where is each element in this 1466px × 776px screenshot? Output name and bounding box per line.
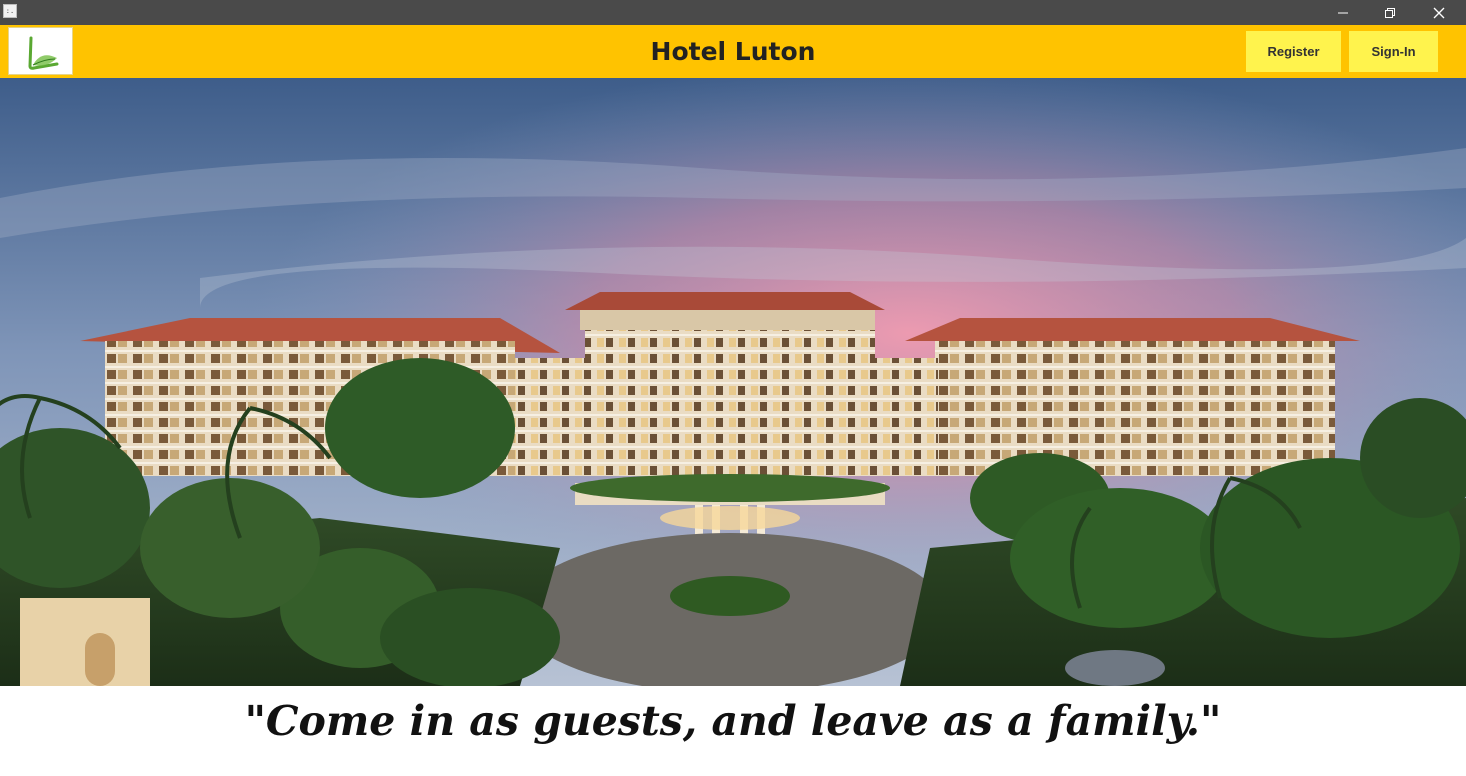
close-button[interactable]: [1416, 0, 1462, 25]
app-header: Hotel Luton Register Sign-In: [0, 25, 1466, 78]
register-button[interactable]: Register: [1246, 31, 1341, 72]
hotel-building-photo: [0, 78, 1466, 686]
hotel-logo: [8, 27, 73, 75]
app-icon: :.: [3, 4, 17, 18]
sign-in-button[interactable]: Sign-In: [1349, 31, 1438, 72]
minimize-icon: [1338, 12, 1348, 13]
hero-image: [0, 78, 1466, 686]
leaf-logo-icon: [28, 36, 59, 70]
close-icon: [1433, 7, 1445, 18]
minimize-button[interactable]: [1320, 0, 1366, 25]
hotel-motto: "Come in as guests, and leave as a famil…: [244, 697, 1222, 745]
restore-button[interactable]: [1367, 0, 1413, 25]
restore-icon: [1385, 7, 1395, 18]
window-titlebar: :.: [0, 0, 1466, 25]
